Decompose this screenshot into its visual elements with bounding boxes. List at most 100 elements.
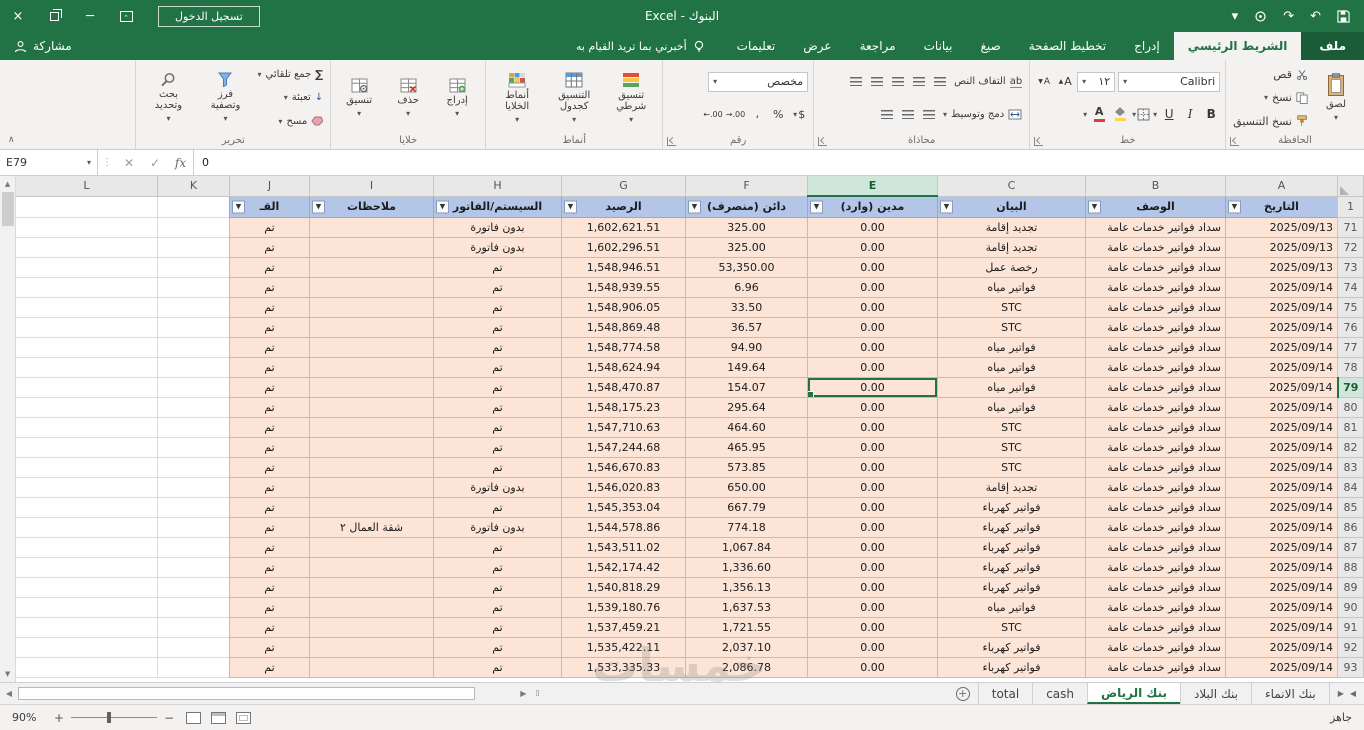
cell-credit[interactable]: 774.18	[685, 516, 808, 538]
dialog-launcher-icon[interactable]	[1034, 137, 1044, 146]
cell-balance[interactable]: 1,548,906.05	[561, 296, 686, 318]
accounting-format-button[interactable]: $ ▾	[790, 105, 808, 123]
cell-credit[interactable]: 295.64	[685, 396, 808, 418]
cell-empty[interactable]	[157, 276, 230, 298]
font-color-button[interactable]: A	[1090, 105, 1108, 123]
cell-notes[interactable]	[309, 276, 434, 298]
column-header-c[interactable]: C	[937, 176, 1086, 197]
cell-empty[interactable]	[157, 376, 230, 398]
cell-empty[interactable]	[157, 436, 230, 458]
align-right-icon[interactable]	[920, 105, 938, 123]
cell-empty[interactable]	[16, 656, 158, 678]
cell-credit[interactable]: 1,721.55	[685, 616, 808, 638]
cell-statement[interactable]: تجديد إقامة	[937, 216, 1086, 238]
share-button[interactable]: مشاركة	[0, 32, 86, 60]
cell-notes[interactable]	[309, 436, 434, 458]
cell-status[interactable]: تم	[229, 376, 310, 398]
row-number[interactable]: 71	[1337, 216, 1364, 238]
cell-system-invoice[interactable]: تم	[433, 556, 562, 578]
cell-empty[interactable]	[16, 536, 158, 558]
cell-empty[interactable]	[16, 236, 158, 258]
tab-file[interactable]: ملف	[1301, 32, 1364, 60]
cell-balance[interactable]: 1,547,710.63	[561, 416, 686, 438]
cell-date[interactable]: 2025/09/14	[1225, 416, 1338, 438]
cell-credit[interactable]: 573.85	[685, 456, 808, 478]
cell-notes[interactable]	[309, 396, 434, 418]
cell-statement[interactable]: فواتير مياه	[937, 356, 1086, 378]
cell-date[interactable]: 2025/09/14	[1225, 316, 1338, 338]
sheet-tab-alinma[interactable]: بنك الانماء	[1251, 683, 1329, 704]
cell-status[interactable]: تم	[229, 236, 310, 258]
row-number[interactable]: 73	[1337, 256, 1364, 278]
cell-credit[interactable]: 53,350.00	[685, 256, 808, 278]
insert-cells-button[interactable]: إدراج ▾	[434, 63, 480, 133]
cell-balance[interactable]: 1,548,774.58	[561, 336, 686, 358]
cell-date[interactable]: 2025/09/13	[1225, 216, 1338, 238]
cell-balance[interactable]: 1,537,459.21	[561, 616, 686, 638]
cell-empty[interactable]	[157, 195, 230, 218]
cell-empty[interactable]	[157, 496, 230, 518]
cell-balance[interactable]: 1,548,946.51	[561, 256, 686, 278]
align-left-icon[interactable]	[878, 105, 896, 123]
grow-font-button[interactable]: A ▲	[1056, 73, 1074, 91]
tab-page-layout[interactable]: تخطيط الصفحة	[1015, 32, 1120, 60]
header-cell-debit[interactable]: مدين (وارد) ▼	[807, 195, 938, 218]
row-number[interactable]: 89	[1337, 576, 1364, 598]
zoom-level[interactable]: 90%	[12, 711, 42, 724]
zoom-slider[interactable]: − +	[54, 711, 174, 725]
cell-empty[interactable]	[157, 556, 230, 578]
cell-debit[interactable]: 0.00	[807, 536, 938, 558]
header-cell-notes[interactable]: ملاحظات ▼	[309, 195, 434, 218]
scroll-down-icon[interactable]: ▼	[0, 666, 16, 682]
fill-button[interactable]: ↓ تعبئة ▾	[255, 87, 325, 108]
cell-empty[interactable]	[157, 456, 230, 478]
cell-date[interactable]: 2025/09/14	[1225, 296, 1338, 318]
cell-date[interactable]: 2025/09/14	[1225, 656, 1338, 678]
insert-function-icon[interactable]: fx	[168, 150, 194, 175]
row-number[interactable]: 72	[1337, 236, 1364, 258]
cell-debit[interactable]: 0.00	[807, 516, 938, 538]
row-number[interactable]: 86	[1337, 516, 1364, 538]
cell-system-invoice[interactable]: تم	[433, 616, 562, 638]
chevron-down-icon[interactable]: ▾	[1083, 110, 1087, 119]
cell-statement[interactable]: فواتير مياه	[937, 596, 1086, 618]
cell-styles-button[interactable]: أنماط الخلايا ▾	[491, 63, 543, 133]
header-cell-system-invoice[interactable]: السيستم/الفاتور ▼	[433, 195, 562, 218]
formula-input[interactable]: 0	[194, 150, 1364, 175]
cell-debit[interactable]: 0.00	[807, 356, 938, 378]
row-number[interactable]: 83	[1337, 456, 1364, 478]
zoom-slider-thumb[interactable]	[107, 712, 112, 723]
cell-empty[interactable]	[157, 396, 230, 418]
cell-statement[interactable]: فواتير كهرباء	[937, 536, 1086, 558]
cell-empty[interactable]	[157, 296, 230, 318]
cell-description[interactable]: سداد فواتير خدمات عامة	[1085, 276, 1226, 298]
cut-button[interactable]: قص	[1231, 64, 1310, 85]
cell-notes[interactable]	[309, 496, 434, 518]
cell-date[interactable]: 2025/09/14	[1225, 476, 1338, 498]
cell-debit[interactable]: 0.00	[807, 496, 938, 518]
cell-statement[interactable]: STC	[937, 316, 1086, 338]
row-number[interactable]: 80	[1337, 396, 1364, 418]
cell-notes[interactable]	[309, 656, 434, 678]
row-number[interactable]: 75	[1337, 296, 1364, 318]
cell-empty[interactable]	[16, 336, 158, 358]
cell-balance[interactable]: 1,544,578.86	[561, 516, 686, 538]
horizontal-scrollbar[interactable]: ◀ ▶ ⁞⁞	[0, 683, 545, 704]
cell-date[interactable]: 2025/09/14	[1225, 616, 1338, 638]
cell-system-invoice[interactable]: تم	[433, 356, 562, 378]
cell-status[interactable]: تم	[229, 656, 310, 678]
cell-credit[interactable]: 33.50	[685, 296, 808, 318]
cell-debit[interactable]: 0.00	[807, 636, 938, 658]
header-cell-balance[interactable]: الرصيد ▼	[561, 195, 686, 218]
column-header-k[interactable]: K	[157, 176, 230, 197]
tab-split-handle[interactable]: ⁞⁞	[532, 689, 542, 699]
cell-status[interactable]: تم	[229, 596, 310, 618]
cell-empty[interactable]	[157, 256, 230, 278]
cell-empty[interactable]	[16, 195, 158, 218]
scroll-left-icon[interactable]: ◀	[3, 689, 15, 698]
cell-statement[interactable]: فواتير مياه	[937, 396, 1086, 418]
cell-date[interactable]: 2025/09/14	[1225, 596, 1338, 618]
cell-notes[interactable]	[309, 536, 434, 558]
cell-description[interactable]: سداد فواتير خدمات عامة	[1085, 616, 1226, 638]
cell-statement[interactable]: فواتير كهرباء	[937, 496, 1086, 518]
